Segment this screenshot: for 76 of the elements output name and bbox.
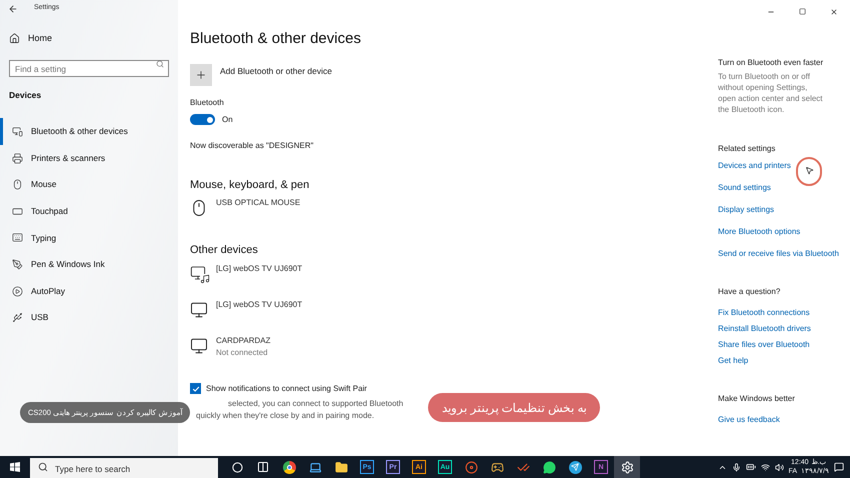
close-icon[interactable] (830, 8, 838, 16)
home-link[interactable]: Home (0, 32, 178, 46)
settings-link[interactable]: Display settings (718, 204, 774, 215)
add-device-button[interactable] (190, 64, 212, 86)
display-device-icon (190, 336, 208, 354)
settings-link[interactable]: Give us feedback (718, 414, 780, 425)
settings-link[interactable]: Send or receive files via Bluetooth (718, 248, 839, 259)
device-name: USB OPTICAL MOUSE (216, 197, 300, 209)
tip-heading: Turn on Bluetooth even faster (718, 57, 824, 69)
swift-pair-label: Show notifications to connect using Swift Pair (206, 382, 367, 394)
settings-link[interactable]: Fix Bluetooth connections (718, 307, 810, 318)
device-item[interactable]: [LG] webOS TV UJ690T (190, 298, 718, 322)
discoverable-text: Now discoverable as "DESIGNER" (190, 140, 314, 152)
swift-pair-description: selected, you can connect to supported Bluetooth (228, 398, 404, 410)
mouse-pointer-icon (805, 166, 814, 175)
start-icon[interactable] (10, 462, 20, 472)
sidebar-item[interactable]: Mouse (0, 171, 178, 198)
sidebar-item[interactable]: AutoPlay (0, 278, 178, 304)
sidebar-item[interactable]: Bluetooth & other devices (0, 118, 178, 145)
display-device-icon (190, 300, 208, 318)
device-status: Not connected (216, 346, 269, 358)
search-icon (156, 60, 164, 68)
play-icon (12, 286, 23, 297)
devices-icon (12, 126, 23, 138)
microphone-icon[interactable] (732, 462, 741, 472)
device-item[interactable]: CARDPARDAZ Not connected (190, 334, 718, 358)
taskbar-search[interactable]: Type here to search (30, 458, 218, 478)
search-icon (38, 462, 48, 472)
section-heading: Other devices (190, 243, 259, 258)
battery-icon[interactable] (746, 462, 756, 472)
settings-link[interactable]: Reinstall Bluetooth drivers (718, 323, 811, 334)
maximize-icon[interactable] (799, 8, 806, 15)
swift-pair-checkbox[interactable] (190, 383, 201, 394)
volume-icon[interactable] (774, 462, 784, 472)
keyboard-icon (12, 232, 23, 244)
section-heading: Mouse, keyboard, & pen (190, 178, 310, 192)
section-heading: Devices (8, 88, 42, 102)
group-heading: Related settings (718, 143, 776, 155)
bluetooth-toggle[interactable] (190, 114, 215, 125)
sidebar-item[interactable]: Pen & Windows Ink (0, 251, 178, 278)
swift-pair-description: quickly when they're close by and in pairing mode. (196, 410, 374, 422)
settings-link[interactable]: Sound settings (718, 182, 771, 193)
toggle-state: On (222, 114, 233, 126)
notification-icon[interactable] (834, 462, 844, 472)
media-device-icon (190, 264, 208, 282)
device-name: [LG] webOS TV UJ690T (216, 262, 302, 274)
settings-link[interactable]: Share files over Bluetooth (718, 339, 810, 350)
back-icon[interactable] (8, 4, 18, 14)
plus-icon (195, 68, 207, 80)
settings-link[interactable]: Devices and printers (718, 160, 791, 171)
bluetooth-label: Bluetooth (190, 96, 225, 108)
device-name: [LG] webOS TV UJ690T (216, 298, 302, 310)
sidebar-item[interactable]: USB (0, 304, 178, 331)
settings-link[interactable]: More Bluetooth options (718, 226, 800, 237)
group-heading: Make Windows better (718, 393, 795, 405)
device-item[interactable]: [LG] webOS TV UJ690T (190, 262, 718, 286)
usb-icon (12, 312, 23, 324)
network-icon[interactable] (760, 462, 770, 472)
caption-bubble: به بخش تنظیمات پرینتر بروید (428, 393, 600, 422)
home-icon (9, 33, 20, 44)
page-title: Bluetooth & other devices (190, 29, 362, 49)
pen-icon (12, 259, 23, 270)
sidebar-item[interactable]: Touchpad (0, 198, 178, 225)
device-name: CARDPARDAZ (216, 334, 271, 346)
sidebar-item[interactable]: Printers & scanners (0, 144, 178, 172)
sidebar-item[interactable]: Typing (0, 224, 178, 252)
tip-text: To turn Bluetooth on or off without opening Settings, open action center and select the Bluetooth icon. (718, 71, 824, 115)
printer-icon (12, 152, 23, 164)
search-field[interactable]: Find a setting (9, 60, 169, 77)
settings-link[interactable]: Get help (718, 355, 748, 366)
mouse-icon (12, 179, 23, 190)
device-item[interactable]: USB OPTICAL MOUSE (190, 197, 718, 221)
group-heading: Have a question? (718, 286, 780, 298)
add-device-label[interactable]: Add Bluetooth or other device (220, 64, 332, 78)
settings-icon[interactable] (614, 456, 640, 478)
touchpad-icon (12, 206, 23, 217)
